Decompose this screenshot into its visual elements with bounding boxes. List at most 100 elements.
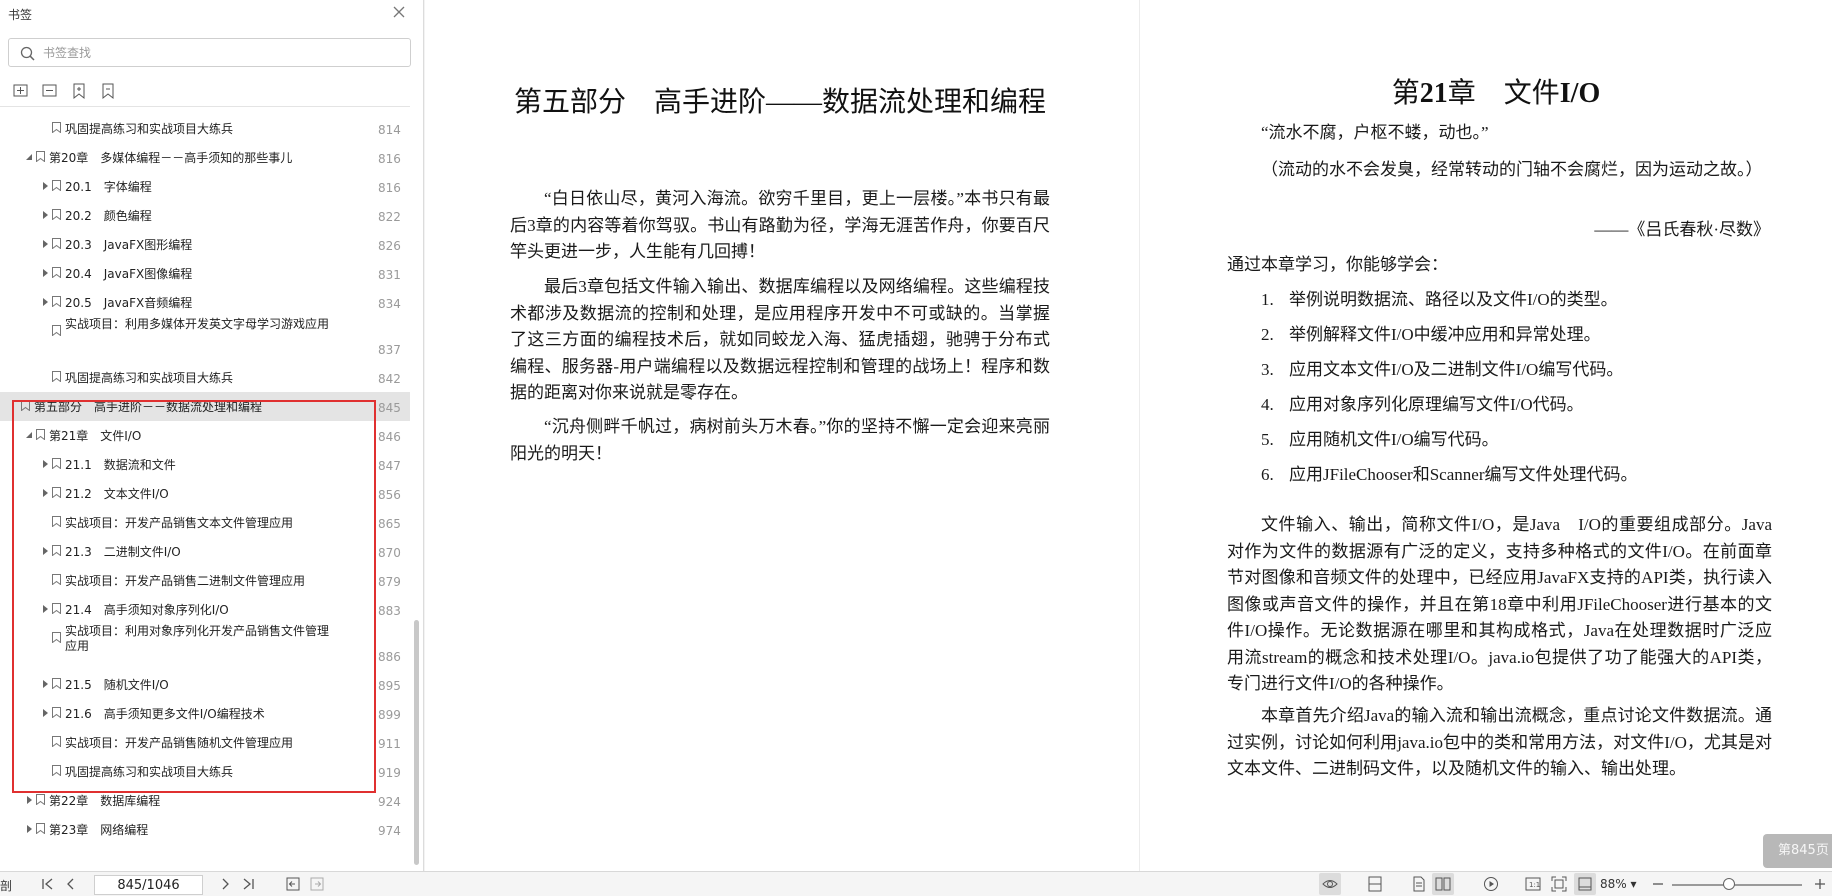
expand-arrow-icon[interactable] xyxy=(25,796,33,804)
objective-number: 3. xyxy=(1261,360,1274,379)
forward-icon[interactable] xyxy=(309,876,325,892)
bookmark-item[interactable]: 巩固提高练习和实战项目大练兵 919 xyxy=(0,757,410,786)
fit-width-icon[interactable] xyxy=(1577,876,1593,892)
bookmark-item[interactable]: 20.2 颜色编程 822 xyxy=(0,201,410,230)
play-icon[interactable] xyxy=(1483,876,1499,892)
bookmark-page-number: 865 xyxy=(378,517,401,531)
bookmark-label: 巩固提高练习和实战项目大练兵 xyxy=(65,765,234,779)
bookmark-page-number: 837 xyxy=(378,343,401,357)
bookmark-page-number: 826 xyxy=(378,239,401,253)
bookmark-label: 实战项目：开发产品销售随机文件管理应用 xyxy=(65,736,294,750)
bookmark-icon xyxy=(52,296,61,307)
page-indicator-badge: 第845页 xyxy=(1763,834,1832,868)
zoom-slider[interactable] xyxy=(1672,884,1802,886)
bookmark-label: 第23章 网络编程 xyxy=(49,823,149,837)
bookmark-item[interactable]: 20.3 JavaFX图形编程 826 xyxy=(0,230,410,259)
collapse-arrow-icon[interactable] xyxy=(25,431,33,439)
epigraph-source: ——《吕氏春秋·尽数》 xyxy=(1594,220,1770,239)
bookmark-item[interactable]: 巩固提高练习和实战项目大练兵 814 xyxy=(0,114,410,143)
page-number-input[interactable] xyxy=(94,875,203,895)
bookmark-icon xyxy=(36,794,45,805)
bookmark-item[interactable]: 21.2 文本文件I/O 856 xyxy=(0,479,410,508)
bookmark-item[interactable]: 实战项目：开发产品销售二进制文件管理应用 879 xyxy=(0,566,410,595)
bookmark-label: 21.5 随机文件I/O xyxy=(65,678,169,692)
objective-number: 2. xyxy=(1261,325,1274,344)
eye-protection-icon[interactable] xyxy=(1322,876,1338,892)
close-icon[interactable] xyxy=(391,4,407,20)
expand-arrow-icon[interactable] xyxy=(41,211,49,219)
expand-arrow-icon[interactable] xyxy=(41,182,49,190)
bookmark-icon xyxy=(52,632,61,643)
objectives-list: 1. 举例说明数据流、路径以及文件I/O的类型。 2. 举例解释文件I/O中缓冲应用和… xyxy=(1261,282,1637,492)
bookmark-page-number: 911 xyxy=(378,737,401,751)
expand-arrow-icon[interactable] xyxy=(41,269,49,277)
bookmark-page-number: 899 xyxy=(378,708,401,722)
bookmark-item[interactable]: 实战项目：利用多媒体开发英文字母学习游戏应用 837 xyxy=(0,317,410,363)
zoom-level[interactable]: 88% ▾ xyxy=(1600,877,1637,891)
bookmark-panel-title: 书签 xyxy=(8,8,33,22)
expand-arrow-icon[interactable] xyxy=(41,298,49,306)
objective-text: 举例说明数据流、路径以及文件I/O的类型。 xyxy=(1289,290,1618,309)
bookmark-item[interactable]: 20.1 字体编程 816 xyxy=(0,172,410,201)
bookmark-label: 实战项目：利用多媒体开发英文字母学习游戏应用 xyxy=(65,317,330,331)
collapse-all-icon[interactable] xyxy=(41,82,59,100)
bookmark-item[interactable]: 第五部分 高手进阶－－数据流处理和编程 845 xyxy=(0,392,410,421)
bookmark-label: 第五部分 高手进阶－－数据流处理和编程 xyxy=(34,400,263,414)
bookmark-search-input[interactable] xyxy=(43,43,393,63)
bookmark-label: 21.6 高手须知更多文件I/O编程技术 xyxy=(65,707,265,721)
bookmark-item[interactable]: 21.1 数据流和文件 847 xyxy=(0,450,410,479)
zoom-out-icon[interactable] xyxy=(1650,876,1666,892)
bookmark-item[interactable]: 实战项目：利用对象序列化开发产品销售文件管理应用 886 xyxy=(0,624,410,670)
last-page-icon[interactable] xyxy=(240,876,256,892)
zoom-slider-knob[interactable] xyxy=(1723,878,1735,890)
bookmark-page-number: 919 xyxy=(378,766,401,780)
next-page-icon[interactable] xyxy=(217,876,233,892)
bookmark-item[interactable]: 20.4 JavaFX图像编程 831 xyxy=(0,259,410,288)
bookmark-item[interactable]: 第22章 数据库编程 924 xyxy=(0,786,410,815)
fit-page-icon[interactable] xyxy=(1551,876,1567,892)
single-page-icon[interactable] xyxy=(1411,876,1427,892)
expand-arrow-icon[interactable] xyxy=(41,680,49,688)
objective-number: 1. xyxy=(1261,290,1274,309)
bookmark-item[interactable]: 第20章 多媒体编程－－高手须知的那些事儿 816 xyxy=(0,143,410,172)
bookmark-item[interactable]: 21.5 随机文件I/O 895 xyxy=(0,670,410,699)
bookmark-item[interactable]: 21.4 高手须知对象序列化I/O 883 xyxy=(0,595,410,624)
expand-arrow-icon[interactable] xyxy=(41,709,49,717)
bookmark-item[interactable]: 21.3 二进制文件I/O 870 xyxy=(0,537,410,566)
bookmark-item[interactable]: 巩固提高练习和实战项目大练兵 842 xyxy=(0,363,410,392)
expand-arrow-icon[interactable] xyxy=(41,547,49,555)
bookmark-label: 21.3 二进制文件I/O xyxy=(65,545,181,559)
remove-bookmark-icon[interactable] xyxy=(99,82,117,100)
expand-all-icon[interactable] xyxy=(12,82,30,100)
bookmark-page-number: 822 xyxy=(378,210,401,224)
expand-arrow-icon[interactable] xyxy=(25,825,33,833)
double-page-icon[interactable] xyxy=(1435,876,1451,892)
zoom-in-icon[interactable] xyxy=(1812,876,1828,892)
back-icon[interactable] xyxy=(285,876,301,892)
page-separator xyxy=(1139,0,1140,871)
bookmark-icon xyxy=(52,736,61,747)
actual-size-icon[interactable]: 1:1 xyxy=(1525,876,1541,892)
bookmark-item[interactable]: 20.5 JavaFX音频编程 834 xyxy=(0,288,410,317)
bookmark-page-number: 879 xyxy=(378,575,401,589)
bookmark-item[interactable]: 21.6 高手须知更多文件I/O编程技术 899 xyxy=(0,699,410,728)
bookmark-search[interactable] xyxy=(8,38,411,67)
bookmark-item[interactable]: 实战项目：开发产品销售随机文件管理应用 911 xyxy=(0,728,410,757)
previous-page-icon[interactable] xyxy=(63,876,79,892)
add-bookmark-icon[interactable] xyxy=(70,82,88,100)
expand-arrow-icon[interactable] xyxy=(41,460,49,468)
expand-arrow-icon[interactable] xyxy=(41,489,49,497)
bookmark-icon xyxy=(52,516,61,527)
page-view-icon[interactable] xyxy=(1367,876,1383,892)
expand-arrow-icon[interactable] xyxy=(41,240,49,248)
bookmark-item[interactable]: 实战项目：开发产品销售文本文件管理应用 865 xyxy=(0,508,410,537)
collapse-arrow-icon[interactable] xyxy=(25,153,33,161)
bookmark-item[interactable]: 第23章 网络编程 974 xyxy=(0,815,410,844)
scrollbar[interactable] xyxy=(414,620,419,865)
epigraph-explanation: （流动的水不会发臭，经常转动的门轴不会腐烂，因为运动之故。） xyxy=(1261,160,1763,179)
paragraph: 文件输入、输出，简称文件I/O，是Java I/O的重要组成部分。Java对作为… xyxy=(1227,515,1772,693)
expand-arrow-icon[interactable] xyxy=(41,605,49,613)
first-page-icon[interactable] xyxy=(40,876,56,892)
svg-text:1:1: 1:1 xyxy=(1529,881,1540,889)
bookmark-item[interactable]: 第21章 文件I/O 846 xyxy=(0,421,410,450)
